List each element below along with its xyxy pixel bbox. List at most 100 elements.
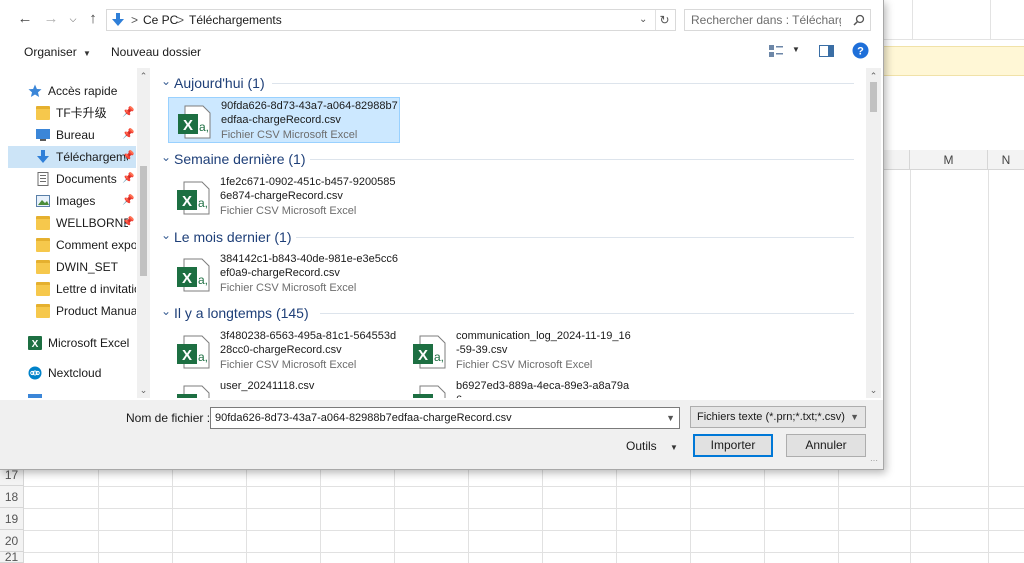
sidebar-item-comment-exporter[interactable]: Comment exporter [8, 234, 136, 256]
row-header[interactable]: 19 [0, 508, 24, 530]
sidebar-item-documents[interactable]: Documents 📌 [8, 168, 136, 190]
row-header[interactable]: 21 [0, 552, 24, 563]
chevron-down-icon[interactable]: ⌵ [64, 10, 82, 28]
file-type-select[interactable]: Fichiers texte (*.prn;*.txt;*.csv) ▼ [690, 406, 866, 428]
sidebar-scrollbar[interactable]: ⌃ ⌄ [137, 68, 150, 398]
file-name: 384142c1-b843-40de-981e-e3e5cc6ef0a9-cha… [220, 253, 398, 279]
group-header[interactable]: ⌄ Aujourd'hui (1) [158, 72, 860, 94]
folder-icon [36, 106, 50, 120]
pin-icon: 📌 [122, 173, 135, 184]
resize-grip-icon[interactable]: ⋯ [870, 456, 878, 465]
file-item[interactable]: X a, 384142c1-b843-40de-981e-e3e5cc6ef0a… [168, 251, 400, 297]
sidebar-item-bureau[interactable]: Bureau 📌 [8, 124, 136, 146]
sidebar-item-tf-folder[interactable]: TF卡升级 📌 [8, 102, 136, 124]
group-header[interactable]: ⌄ Il y a longtemps (145) [158, 302, 860, 324]
group-divider [320, 313, 854, 314]
filename-value: 90fda626-8d73-43a7-a064-82988b7edfaa-cha… [215, 412, 512, 424]
svg-text:a,: a, [198, 350, 208, 364]
scroll-thumb[interactable] [140, 166, 147, 276]
breadcrumb-item[interactable]: Téléchargements [189, 10, 282, 30]
breadcrumb-item[interactable]: Ce PC [143, 10, 178, 30]
refresh-icon[interactable]: ↻ [655, 10, 673, 30]
search-box[interactable] [684, 9, 871, 31]
filename-input[interactable]: 90fda626-8d73-43a7-a064-82988b7edfaa-cha… [210, 407, 680, 429]
sidebar-item-lettre-invitation[interactable]: Lettre d invitation [8, 278, 136, 300]
pin-icon: 📌 [122, 217, 135, 228]
new-folder-button[interactable]: Nouveau dossier [111, 44, 201, 60]
chevron-down-icon[interactable]: ▼ [666, 408, 675, 428]
sidebar-item-label: Product Manual [56, 304, 136, 318]
column-header[interactable] [880, 150, 910, 170]
chevron-down-icon: ⌄ [161, 228, 172, 242]
sidebar-item-label: TF卡升级 [56, 106, 107, 120]
sidebar-item-wellborne[interactable]: WELLBORNE 📌 [8, 212, 136, 234]
grid-line [24, 508, 1024, 509]
excel-column-headers: M N [880, 150, 1024, 170]
sidebar-item-dwin-set[interactable]: DWIN_SET [8, 256, 136, 278]
pin-icon: 📌 [122, 107, 135, 118]
svg-text:a,: a, [198, 273, 208, 287]
chevron-down-icon[interactable]: ⌄ [639, 10, 647, 30]
breadcrumb-separator: > [131, 13, 139, 27]
file-type: Fichier CSV Microsoft Excel [220, 359, 357, 371]
grid-line [98, 470, 99, 563]
scroll-up-icon[interactable]: ⌃ [137, 70, 150, 82]
grid-line [172, 470, 173, 563]
file-item[interactable]: X a, 3f480238-6563-495a-81c1-564553d28cc… [168, 328, 400, 374]
group-header[interactable]: ⌄ Le mois dernier (1) [158, 226, 860, 248]
column-header[interactable]: N [988, 150, 1024, 170]
sidebar-item-nextcloud[interactable]: Nextcloud [8, 362, 136, 384]
grid-line [24, 530, 1024, 531]
organize-button[interactable]: Organiser ▼ [24, 44, 91, 60]
tools-dropdown[interactable]: Outils ▼ [626, 436, 678, 456]
row-header[interactable]: 18 [0, 486, 24, 508]
preview-pane-icon[interactable] [819, 45, 834, 57]
folder-icon [36, 304, 50, 318]
column-header[interactable]: M [910, 150, 988, 170]
help-icon[interactable]: ? [852, 42, 869, 59]
search-input[interactable] [691, 12, 841, 28]
cancel-button[interactable]: Annuler [786, 434, 866, 457]
grid-line [24, 486, 1024, 487]
file-type: Fichier CSV Microsoft Excel [220, 282, 357, 294]
row-header[interactable]: 20 [0, 530, 24, 552]
caret-down-icon[interactable]: ▼ [792, 45, 800, 54]
scroll-up-icon[interactable]: ⌃ [866, 70, 881, 82]
excel-icon: X [28, 336, 42, 350]
address-bar[interactable]: > Ce PC > Téléchargements ⌄ ↻ [106, 9, 676, 31]
file-item[interactable]: user_20241118.csv [168, 378, 400, 398]
scroll-down-icon[interactable]: ⌄ [137, 384, 150, 396]
svg-text:X: X [32, 339, 39, 350]
view-options-icon[interactable] [768, 44, 784, 58]
file-item[interactable]: b6927ed3-889a-4eca-89e3-a8a79a6 [404, 378, 636, 398]
documents-icon [37, 172, 49, 186]
svg-text:X: X [183, 117, 193, 134]
navigation-pane: Accès rapide TF卡升级 📌 Bureau 📌 Télécharge… [8, 68, 150, 398]
file-item[interactable]: X a, 90fda626-8d73-43a7-a064-82988b7edfa… [168, 97, 400, 143]
sidebar-item-microsoft-excel[interactable]: X Microsoft Excel [8, 332, 136, 354]
grid-line [690, 470, 691, 563]
file-item[interactable]: X a, 1fe2c671-0902-451c-b457-92005856e87… [168, 174, 400, 220]
svg-text:a,: a, [434, 350, 444, 364]
file-item[interactable]: X a, communication_log_2024-11-19_16-59-… [404, 328, 636, 374]
arrow-up-icon[interactable]: ↑ [84, 10, 102, 28]
sidebar-item-telechargements[interactable]: Téléchargements 📌 [8, 146, 136, 168]
chevron-down-icon: ⌄ [161, 304, 172, 318]
excel-csv-icon: X a, [177, 181, 210, 215]
file-name: user_20241118.csv [220, 380, 315, 392]
images-icon [36, 195, 50, 207]
grid-line [320, 470, 321, 563]
group-header[interactable]: ⌄ Semaine dernière (1) [158, 148, 860, 170]
scroll-down-icon[interactable]: ⌄ [866, 384, 881, 396]
arrow-left-icon[interactable]: ← [16, 10, 34, 28]
sidebar-item-images[interactable]: Images 📌 [8, 190, 136, 212]
arrow-right-icon[interactable]: → [42, 10, 60, 28]
import-button[interactable]: Importer [693, 434, 773, 457]
scroll-thumb[interactable] [870, 82, 877, 112]
file-list-scrollbar[interactable]: ⌃ ⌄ [866, 68, 881, 398]
import-file-dialog: ← → ⌵ ↑ > Ce PC > Téléchargements ⌄ ↻ Re… [0, 0, 884, 470]
sidebar-item-label: Documents [56, 172, 117, 186]
sidebar-item-product-manual[interactable]: Product Manual [8, 300, 136, 322]
sidebar-item-acces-rapide[interactable]: Accès rapide [8, 80, 136, 102]
excel-csv-icon [413, 385, 446, 398]
